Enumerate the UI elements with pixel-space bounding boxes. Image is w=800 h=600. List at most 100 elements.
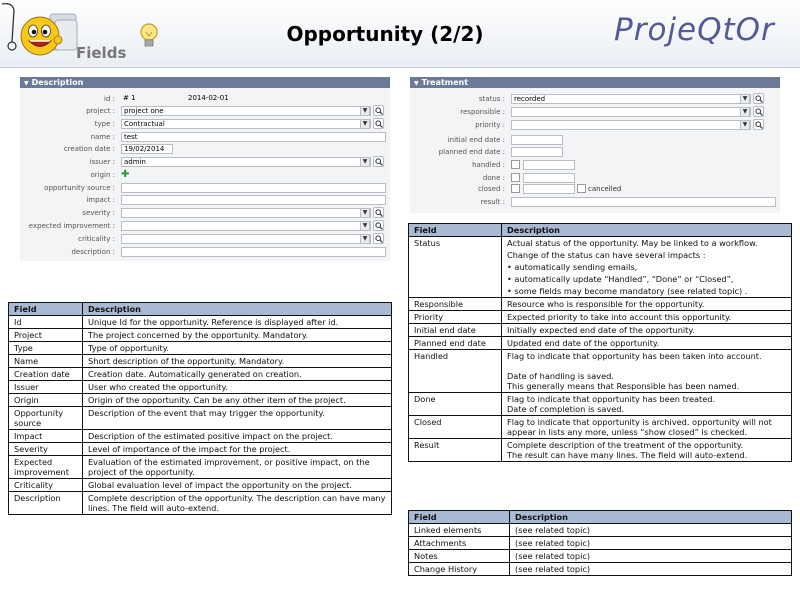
input-1[interactable]: project one	[121, 106, 371, 116]
search-button[interactable]	[753, 93, 764, 104]
field-name-cell: Issuer	[8, 380, 83, 394]
dropdown-arrow-icon[interactable]: ▼	[360, 234, 370, 244]
description-line: Resource who is responsible for the oppo…	[507, 299, 705, 309]
field-name-cell: Severity	[8, 442, 83, 456]
field-name-cell: Done	[408, 392, 502, 416]
field-description-cell: Resource who is responsible for the oppo…	[501, 297, 792, 311]
form-row: type : Contractual ▼	[20, 118, 390, 130]
description-line: • some fields may become mandatory (see …	[507, 286, 748, 296]
input-11[interactable]	[121, 234, 371, 244]
field-description-cell: (see related topic)	[509, 549, 792, 563]
treatment-panel: ▼ Treatment status : recorded ▼ responsible …	[410, 77, 780, 213]
description-line: Creation date. Automatically generated o…	[88, 369, 302, 379]
field-name-cell: Initial end date	[408, 323, 502, 337]
field-description-cell: Expected priority to take into account t…	[501, 310, 792, 324]
field-description-cell: Type of opportunity.	[82, 341, 392, 355]
description-line: The result can have many lines. The fiel…	[507, 450, 748, 460]
select-0[interactable]: recorded	[511, 94, 751, 104]
input-5[interactable]: admin	[121, 157, 371, 167]
column-header-field: Field	[8, 302, 83, 316]
field-name-cell: Impact	[8, 429, 83, 443]
input-9[interactable]	[121, 208, 371, 218]
cancelled-label: cancelled	[588, 185, 622, 193]
field-label: project :	[86, 107, 115, 115]
input-3[interactable]	[511, 135, 563, 145]
form-row: status : recorded ▼	[410, 93, 780, 105]
table-row: Status Actual status of the opportunity. …	[408, 236, 792, 298]
field-label: origin :	[90, 171, 115, 179]
magnifier-icon	[375, 120, 383, 128]
field-name-cell: Notes	[408, 549, 510, 563]
search-button[interactable]	[373, 207, 384, 218]
description-line: Description of the event that may trigge…	[88, 408, 325, 418]
table-row: Initial end date Initially expected end d…	[408, 323, 792, 337]
description-line: • automatically update “Handled”, “Done”…	[507, 274, 734, 284]
search-button[interactable]	[373, 233, 384, 244]
input-4[interactable]: 19/02/2014	[121, 144, 173, 154]
dropdown-arrow-icon[interactable]: ▼	[740, 94, 750, 104]
dropdown-arrow-icon[interactable]: ▼	[740, 107, 750, 117]
field-description-cell: Unique Id for the opportunity. Reference…	[82, 315, 392, 329]
date-input[interactable]	[523, 160, 575, 170]
description-panel-header[interactable]: ▼ Description	[20, 77, 390, 88]
magnifier-icon	[375, 235, 383, 243]
form-row: handled :	[410, 159, 780, 171]
description-line: Change of the status can have several im…	[507, 250, 706, 260]
form-row: name : test	[20, 131, 390, 143]
form-row: initial end date :	[410, 134, 780, 146]
search-button[interactable]	[373, 105, 384, 116]
field-label: opportunity source :	[44, 184, 115, 192]
treatment-panel-header[interactable]: ▼ Treatment	[410, 77, 780, 88]
field-description-cell: Description of the estimated positive im…	[82, 429, 392, 443]
dropdown-arrow-icon[interactable]: ▼	[360, 208, 370, 218]
field-description-cell: Creation date. Automatically generated o…	[82, 367, 392, 381]
description-line: Initially expected end date of the oppor…	[507, 325, 695, 335]
field-description-cell: Complete description of the treatment of…	[501, 438, 792, 462]
input-7[interactable]	[121, 183, 386, 193]
input-2[interactable]: Contractual	[121, 119, 371, 129]
search-button[interactable]	[373, 156, 384, 167]
checkbox[interactable]	[511, 173, 520, 182]
input-4[interactable]	[511, 147, 563, 157]
form-row: project : project one ▼	[20, 105, 390, 117]
field-label: priority :	[475, 121, 505, 129]
search-button[interactable]	[373, 118, 384, 129]
dropdown-arrow-icon[interactable]: ▼	[360, 157, 370, 167]
dropdown-arrow-icon[interactable]: ▼	[740, 120, 750, 130]
input-12[interactable]	[121, 247, 386, 257]
dropdown-arrow-icon[interactable]: ▼	[360, 119, 370, 129]
column-header-description: Description	[509, 510, 792, 524]
field-name-cell: Opportunity source	[8, 406, 83, 430]
search-button[interactable]	[753, 106, 764, 117]
input-3[interactable]: test	[121, 132, 386, 142]
input-8[interactable]	[121, 195, 386, 205]
magnifier-icon	[755, 95, 763, 103]
select-2[interactable]	[511, 120, 751, 130]
input-10[interactable]	[121, 221, 371, 231]
table-row: Linked elements (see related topic)	[408, 523, 792, 537]
dropdown-arrow-icon[interactable]: ▼	[360, 106, 370, 116]
dropdown-arrow-icon[interactable]: ▼	[360, 221, 370, 231]
column-header-description: Description	[501, 223, 792, 237]
add-origin-icon[interactable]: ✚	[121, 169, 129, 181]
date-input[interactable]	[523, 173, 575, 183]
cancelled-checkbox[interactable]	[577, 184, 586, 193]
page-title: Opportunity (2/2)	[286, 22, 484, 46]
collapse-triangle-icon: ▼	[414, 80, 419, 87]
date-input[interactable]	[523, 184, 575, 194]
field-label: type :	[94, 120, 115, 128]
field-description-cell: Actual status of the opportunity. May be…	[501, 236, 792, 298]
table-row: Closed Flag to indicate that opportunity …	[408, 415, 792, 439]
select-1[interactable]	[511, 107, 751, 117]
search-button[interactable]	[753, 119, 764, 130]
field-label: impact :	[86, 196, 115, 204]
lightbulb-icon	[140, 23, 158, 47]
form-row: closed : cancelled	[410, 183, 780, 195]
input-8[interactable]	[511, 197, 776, 207]
search-button[interactable]	[373, 220, 384, 231]
form-row: origin : ✚	[20, 169, 390, 181]
checkbox[interactable]	[511, 160, 520, 169]
form-row: issuer : admin ▼	[20, 156, 390, 168]
checkbox[interactable]	[511, 184, 520, 193]
field-description-cell: (see related topic)	[509, 523, 792, 537]
